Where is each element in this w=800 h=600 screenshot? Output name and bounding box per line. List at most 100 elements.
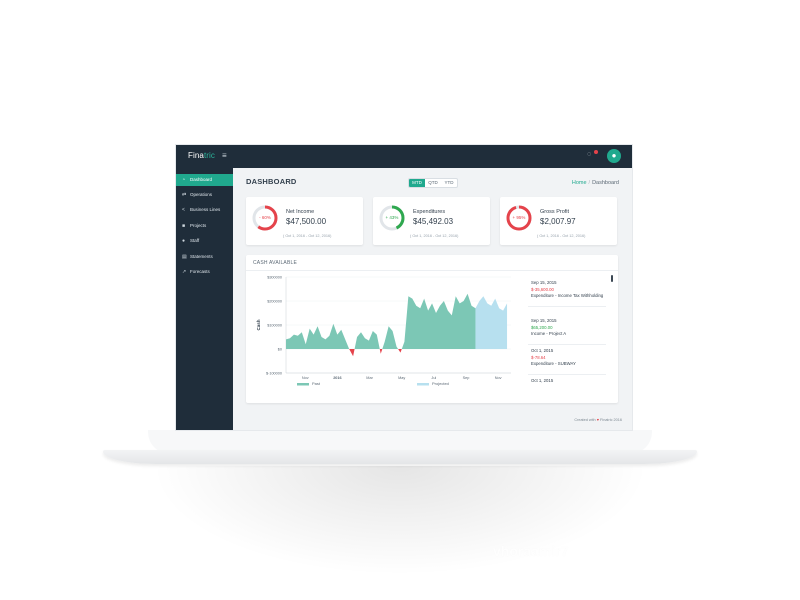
legend-projected-label: Projected — [432, 381, 449, 386]
app-screen: Finatric ≡ ◌ ● ◔ Dashboard ⇄ Operations < B… — [176, 145, 632, 430]
breadcrumb-home-link[interactable]: Home — [572, 180, 587, 186]
notification-dot — [594, 150, 598, 154]
sidebar-item-statements[interactable]: ▤ Statements — [176, 251, 233, 263]
legend-projected-swatch — [417, 383, 429, 386]
bell-icon[interactable]: ◌ — [587, 151, 591, 158]
x-tick-label: Mar — [366, 376, 373, 380]
x-tick-label: Nov — [302, 376, 309, 380]
transaction-item[interactable]: Sep 15, 2015 $-35,600.00 Expenditure - I… — [528, 277, 606, 307]
cash-card-title: CASH AVAILABLE — [253, 260, 298, 266]
sidebar-item-label: Operations — [190, 192, 213, 197]
stat-percent: + 95% — [512, 215, 526, 220]
sidebar-item-label: Staff — [190, 238, 200, 243]
folder-icon: ■ — [182, 223, 186, 229]
stat-percent: + 43% — [385, 215, 399, 220]
stat-date-range: ( Oct 1, 2016 - Oct 12, 2016) — [537, 234, 586, 238]
transaction-date: Sep 15, 2015 — [531, 318, 557, 323]
operations-icon: ⇄ — [182, 192, 187, 198]
sidebar-item-label: Business Lines — [190, 207, 221, 212]
brand-suffix: tric — [203, 151, 216, 160]
footer-created-with: Created with — [574, 418, 596, 422]
projected-series-area[interactable] — [475, 296, 508, 349]
legend-past-label: Past — [312, 381, 321, 386]
period-toggle: MTD QTD YTD — [408, 178, 458, 188]
y-tick-label: $0 — [278, 348, 282, 352]
brand-logo[interactable]: Finatric — [188, 151, 215, 160]
y-tick-label: $200000 — [267, 300, 282, 304]
transaction-scrollbar[interactable] — [611, 275, 613, 282]
sidebar-item-label: Dashboard — [190, 177, 213, 182]
transaction-date: Oct 1, 2015 — [531, 378, 554, 383]
share-icon: < — [182, 207, 185, 213]
brand-prefix: Fina — [188, 151, 204, 160]
stat-value: $2,007.97 — [540, 217, 576, 226]
stat-date-range: ( Oct 1, 2016 - Oct 12, 2016) — [283, 234, 332, 238]
cash-available-card: CASH AVAILABLE $-100000 $0 $100000 $200000 $… — [246, 255, 618, 403]
stat-label: Net Income — [286, 209, 315, 215]
stat-label: Expenditures — [413, 209, 446, 215]
transaction-amount: $-78.64 — [531, 355, 546, 360]
y-tick-label: $100000 — [267, 324, 282, 328]
period-qtd-button[interactable]: QTD — [425, 179, 441, 187]
transaction-item[interactable]: Oct 1, 2015 — [528, 375, 606, 389]
cash-chart: $-100000 $0 $100000 $200000 $300000 Cash Nov 20… — [256, 276, 511, 386]
transaction-item[interactable]: Sep 15, 2015 $65,200.00 Income - Project… — [528, 315, 606, 345]
x-tick-label: Jul — [431, 376, 436, 380]
transaction-amount: $-35,600.00 — [531, 287, 554, 292]
stat-card-net-income[interactable]: - 60% Net Income $47,500.00 ( Oct 1, 201… — [246, 197, 363, 245]
footer-credit: Created with ♥ Finatric 2016 — [574, 418, 622, 422]
hamburger-icon[interactable]: ≡ — [222, 152, 227, 160]
y-tick-label: $300000 — [267, 276, 282, 280]
sidebar-item-label: Forecasts — [190, 269, 210, 274]
transaction-item[interactable]: Oct 1, 2015 $-78.64 Expenditure - SUBWAY — [528, 345, 606, 375]
sidebar: ◔ Dashboard ⇄ Operations < Business Lines ■… — [176, 168, 233, 430]
y-axis-label: Cash — [256, 319, 261, 330]
breadcrumb-current: Dashboard — [592, 180, 619, 186]
laptop-base — [103, 450, 697, 464]
page-title: DASHBOARD — [246, 177, 297, 186]
stat-label: Gross Profit — [540, 209, 570, 215]
stat-date-range: ( Oct 1, 2016 - Oct 12, 2016) — [410, 234, 459, 238]
users-icon: ● — [182, 238, 186, 244]
y-tick-label: $-100000 — [266, 372, 282, 376]
sidebar-item-label: Statements — [190, 254, 213, 259]
stat-percent: - 60% — [259, 215, 271, 220]
x-tick-label: Sep — [463, 376, 470, 380]
x-tick-label: 2016 — [333, 376, 341, 380]
transaction-description: Income - Project A — [531, 331, 567, 336]
footer-credit-text: Finatric 2016 — [600, 418, 622, 422]
legend-past-swatch — [297, 383, 309, 386]
sidebar-item-operations[interactable]: ⇄ Operations — [176, 189, 233, 201]
sidebar-item-forecasts[interactable]: ↗ Forecasts — [176, 266, 233, 278]
document-icon: ▤ — [182, 254, 187, 260]
sidebar-item-dashboard[interactable]: ◔ Dashboard — [176, 174, 233, 186]
transaction-list: Sep 15, 2015 $-35,600.00 Expenditure - I… — [528, 277, 608, 389]
transaction-description: Expenditure - SUBWAY — [531, 361, 576, 366]
heart-icon: ♥ — [596, 418, 599, 422]
transaction-amount: $65,200.00 — [531, 325, 553, 330]
stat-value: $45,492.03 — [413, 217, 454, 226]
user-avatar-icon[interactable]: ● — [607, 149, 621, 163]
dashboard-icon: ◔ — [182, 177, 186, 183]
period-ytd-button[interactable]: YTD — [441, 179, 457, 187]
sidebar-item-label: Projects — [190, 223, 207, 228]
sidebar-item-business-lines[interactable]: < Business Lines — [176, 204, 233, 216]
trend-icon: ↗ — [182, 269, 187, 275]
stat-card-expenditures[interactable]: + 43% Expenditures $45,492.03 ( Oct 1, 2… — [373, 197, 490, 245]
stat-value: $47,500.00 — [286, 217, 327, 226]
watermark-text: vhoraamir7 — [493, 543, 569, 559]
breadcrumb: Home / Dashboard — [572, 180, 619, 186]
sidebar-item-staff[interactable]: ● Staff — [176, 235, 233, 247]
stat-card-gross-profit[interactable]: + 95% Gross Profit $2,007.97 ( Oct 1, 20… — [500, 197, 617, 245]
period-mtd-button[interactable]: MTD — [409, 179, 425, 187]
transaction-description: Expenditure - Income Tax Withholding — [531, 293, 604, 298]
transaction-date: Oct 1, 2015 — [531, 348, 554, 353]
laptop-mockup-stage: Finatric ≡ ◌ ● ◔ Dashboard ⇄ Operations < B… — [0, 0, 800, 600]
top-navbar: Finatric ≡ ◌ ● — [176, 145, 632, 168]
watermark-logo-icon — [604, 543, 620, 559]
transaction-date: Sep 15, 2015 — [531, 280, 557, 285]
main-content: DASHBOARD MTD QTD YTD Home / Dashboard - 6… — [233, 168, 632, 430]
laptop-shadow — [150, 466, 650, 576]
x-tick-label: Nov — [495, 376, 502, 380]
sidebar-item-projects[interactable]: ■ Projects — [176, 220, 233, 232]
